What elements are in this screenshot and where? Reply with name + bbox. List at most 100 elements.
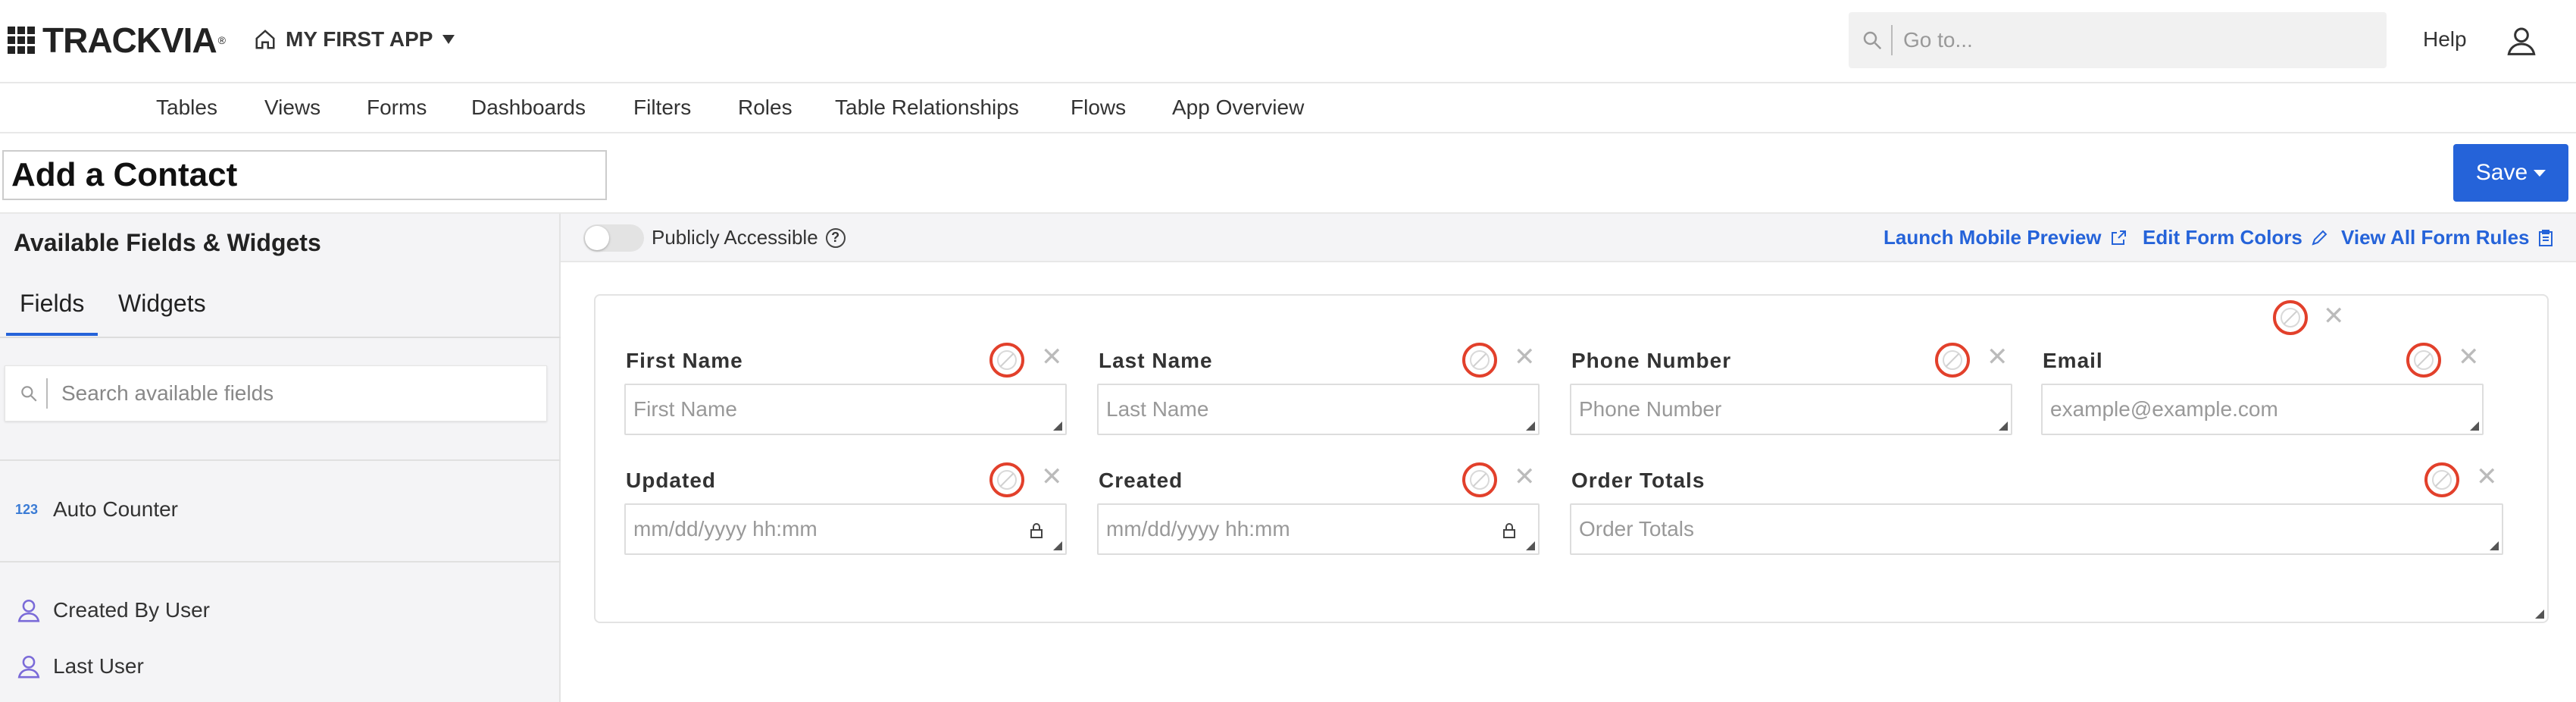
home-icon [255, 30, 275, 49]
form-title-bar: Add a Contact Save [0, 133, 2576, 214]
field-label-last-name: Last Name [1099, 349, 1213, 372]
nav-roles[interactable]: Roles [738, 96, 792, 120]
field-remove-icon[interactable]: ✕ [1041, 464, 1063, 490]
nav-dashboards[interactable]: Dashboards [471, 96, 586, 120]
section-divider [0, 459, 561, 461]
form-section-card[interactable]: ✕ First Name ✕ First Name Last Name ✕ La… [594, 294, 2549, 623]
save-button[interactable]: Save [2453, 144, 2568, 202]
launch-mobile-preview-link[interactable]: Launch Mobile Preview [1884, 226, 2127, 249]
field-label-created: Created [1099, 469, 1183, 492]
view-all-form-rules-link[interactable]: View All Form Rules [2341, 226, 2554, 249]
first-name-input[interactable]: First Name [624, 384, 1067, 435]
field-search-input[interactable]: Search available fields [5, 365, 547, 422]
updated-input[interactable]: mm/dd/yyyy hh:mm [624, 503, 1067, 555]
nav-filters[interactable]: Filters [633, 96, 691, 120]
edit-form-colors-label: Edit Form Colors [2143, 226, 2302, 249]
field-remove-icon[interactable]: ✕ [1514, 464, 1536, 490]
resize-handle-icon[interactable] [2470, 422, 2479, 431]
last-name-input[interactable]: Last Name [1097, 384, 1540, 435]
nav-flows[interactable]: Flows [1071, 96, 1126, 120]
order-totals-placeholder: Order Totals [1579, 517, 1694, 541]
lock-icon [1030, 523, 1043, 538]
resize-handle-icon[interactable] [1053, 422, 1062, 431]
field-item-label: Created By User [53, 598, 210, 622]
field-remove-icon[interactable]: ✕ [1041, 344, 1063, 370]
logo-grid-icon [8, 27, 35, 54]
app-switcher[interactable]: MY FIRST APP [254, 27, 455, 52]
field-label-email: Email [2043, 349, 2103, 372]
field-label-updated: Updated [626, 469, 716, 492]
field-rule-icon[interactable] [2406, 343, 2441, 378]
last-name-placeholder: Last Name [1106, 397, 1209, 421]
help-question-icon[interactable]: ? [825, 227, 846, 248]
tab-fields[interactable]: Fields [6, 290, 98, 336]
field-rule-icon[interactable] [989, 462, 1024, 497]
caret-down-icon [442, 35, 455, 44]
nav-table-relationships[interactable]: Table Relationships [835, 96, 1019, 120]
user-profile-icon[interactable] [2506, 24, 2537, 56]
nav-tables[interactable]: Tables [156, 96, 217, 120]
user-icon [17, 599, 40, 622]
created-input[interactable]: mm/dd/yyyy hh:mm [1097, 503, 1540, 555]
field-remove-icon[interactable]: ✕ [1514, 344, 1536, 370]
form-title-input[interactable]: Add a Contact [2, 150, 607, 200]
created-placeholder: mm/dd/yyyy hh:mm [1106, 517, 1290, 541]
email-placeholder: example@example.com [2050, 397, 2278, 421]
updated-placeholder: mm/dd/yyyy hh:mm [633, 517, 818, 541]
field-rule-icon[interactable] [1935, 343, 1970, 378]
email-input[interactable]: example@example.com [2041, 384, 2484, 435]
nav-forms[interactable]: Forms [367, 96, 427, 120]
tab-widgets[interactable]: Widgets [118, 290, 206, 318]
field-item-auto-counter[interactable]: 123 Auto Counter [15, 497, 178, 522]
goto-search-placeholder: Go to... [1903, 28, 1973, 52]
field-label-first-name: First Name [626, 349, 743, 372]
field-search-placeholder: Search available fields [61, 381, 274, 405]
tab-divider [0, 337, 561, 338]
search-divider [46, 378, 48, 409]
edit-form-colors-link[interactable]: Edit Form Colors [2143, 226, 2328, 249]
field-rule-icon[interactable] [2424, 462, 2459, 497]
help-link[interactable]: Help [2423, 27, 2467, 52]
public-access-text: Publicly Accessible [652, 226, 818, 249]
registered-mark: ® [217, 34, 226, 46]
fields-widgets-panel: Available Fields & Widgets Fields Widget… [0, 214, 561, 702]
search-icon [21, 386, 37, 402]
resize-handle-icon[interactable] [1526, 422, 1535, 431]
panel-heading: Available Fields & Widgets [14, 229, 321, 256]
save-button-label: Save [2475, 160, 2528, 185]
field-label-phone-number: Phone Number [1571, 349, 1732, 372]
section-rule-icon[interactable] [2273, 300, 2308, 335]
nav-app-overview[interactable]: App Overview [1172, 96, 1304, 120]
resize-handle-icon[interactable] [1053, 541, 1062, 550]
field-item-label: Last User [53, 654, 144, 678]
order-totals-input[interactable]: Order Totals [1570, 503, 2503, 555]
main-nav: Tables Views Forms Dashboards Filters Ro… [0, 83, 2576, 133]
external-link-icon [2111, 230, 2126, 245]
field-item-created-by-user[interactable]: Created By User [15, 597, 210, 623]
field-label-order-totals: Order Totals [1571, 469, 1705, 492]
field-remove-icon[interactable]: ✕ [2476, 464, 2498, 490]
trackvia-logo[interactable]: TRACKVIA ® [8, 20, 226, 60]
form-toolbar: Publicly Accessible ? Launch Mobile Prev… [561, 214, 2576, 262]
top-bar: TRACKVIA ® MY FIRST APP Go to... Help [0, 0, 2576, 83]
public-access-toggle[interactable] [583, 224, 644, 252]
resize-handle-icon[interactable] [1999, 422, 2008, 431]
section-close-icon[interactable]: ✕ [2323, 303, 2345, 329]
resize-handle-icon[interactable] [1526, 541, 1535, 550]
field-rule-icon[interactable] [989, 343, 1024, 378]
nav-views[interactable]: Views [264, 96, 320, 120]
field-item-last-user[interactable]: Last User [15, 653, 144, 679]
phone-number-input[interactable]: Phone Number [1570, 384, 2012, 435]
field-remove-icon[interactable]: ✕ [2458, 344, 2480, 370]
field-rule-icon[interactable] [1462, 343, 1497, 378]
clipboard-icon [2538, 229, 2553, 246]
search-divider [1891, 25, 1893, 55]
resize-handle-icon[interactable] [2490, 541, 2499, 550]
field-rule-icon[interactable] [1462, 462, 1497, 497]
field-remove-icon[interactable]: ✕ [1987, 344, 2009, 370]
number-icon: 123 [15, 501, 39, 517]
section-resize-handle-icon[interactable] [2535, 610, 2544, 619]
caret-down-icon [2534, 169, 2546, 177]
lock-icon [1503, 523, 1515, 538]
goto-search[interactable]: Go to... [1849, 12, 2387, 68]
